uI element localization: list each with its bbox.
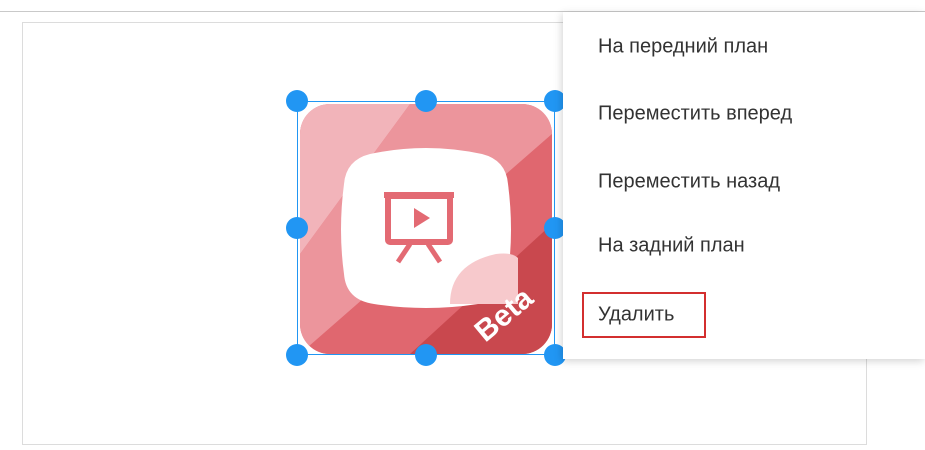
menu-item-label: На передний план <box>598 35 769 58</box>
menu-item-label: Переместить вперед <box>598 102 793 125</box>
resize-handle-bottom[interactable] <box>415 344 437 366</box>
context-menu: На передний план Переместить вперед Пере… <box>563 12 925 359</box>
resize-handle-top-left[interactable] <box>286 90 308 112</box>
highlight-box <box>582 292 706 338</box>
menu-item-send-to-back[interactable]: На задний план <box>563 216 925 276</box>
selection-frame[interactable] <box>297 101 555 355</box>
resize-handle-left[interactable] <box>286 217 308 239</box>
editor-stage: Beta На передний план Переместить вперед… <box>0 0 925 450</box>
menu-item-label: Переместить назад <box>598 170 780 193</box>
menu-item-send-backward[interactable]: Переместить назад <box>563 152 925 212</box>
menu-item-bring-to-front[interactable]: На передний план <box>563 17 925 77</box>
resize-handle-bottom-left[interactable] <box>286 344 308 366</box>
menu-item-label: На задний план <box>598 234 745 257</box>
menu-item-bring-forward[interactable]: Переместить вперед <box>563 84 925 144</box>
resize-handle-top[interactable] <box>415 90 437 112</box>
